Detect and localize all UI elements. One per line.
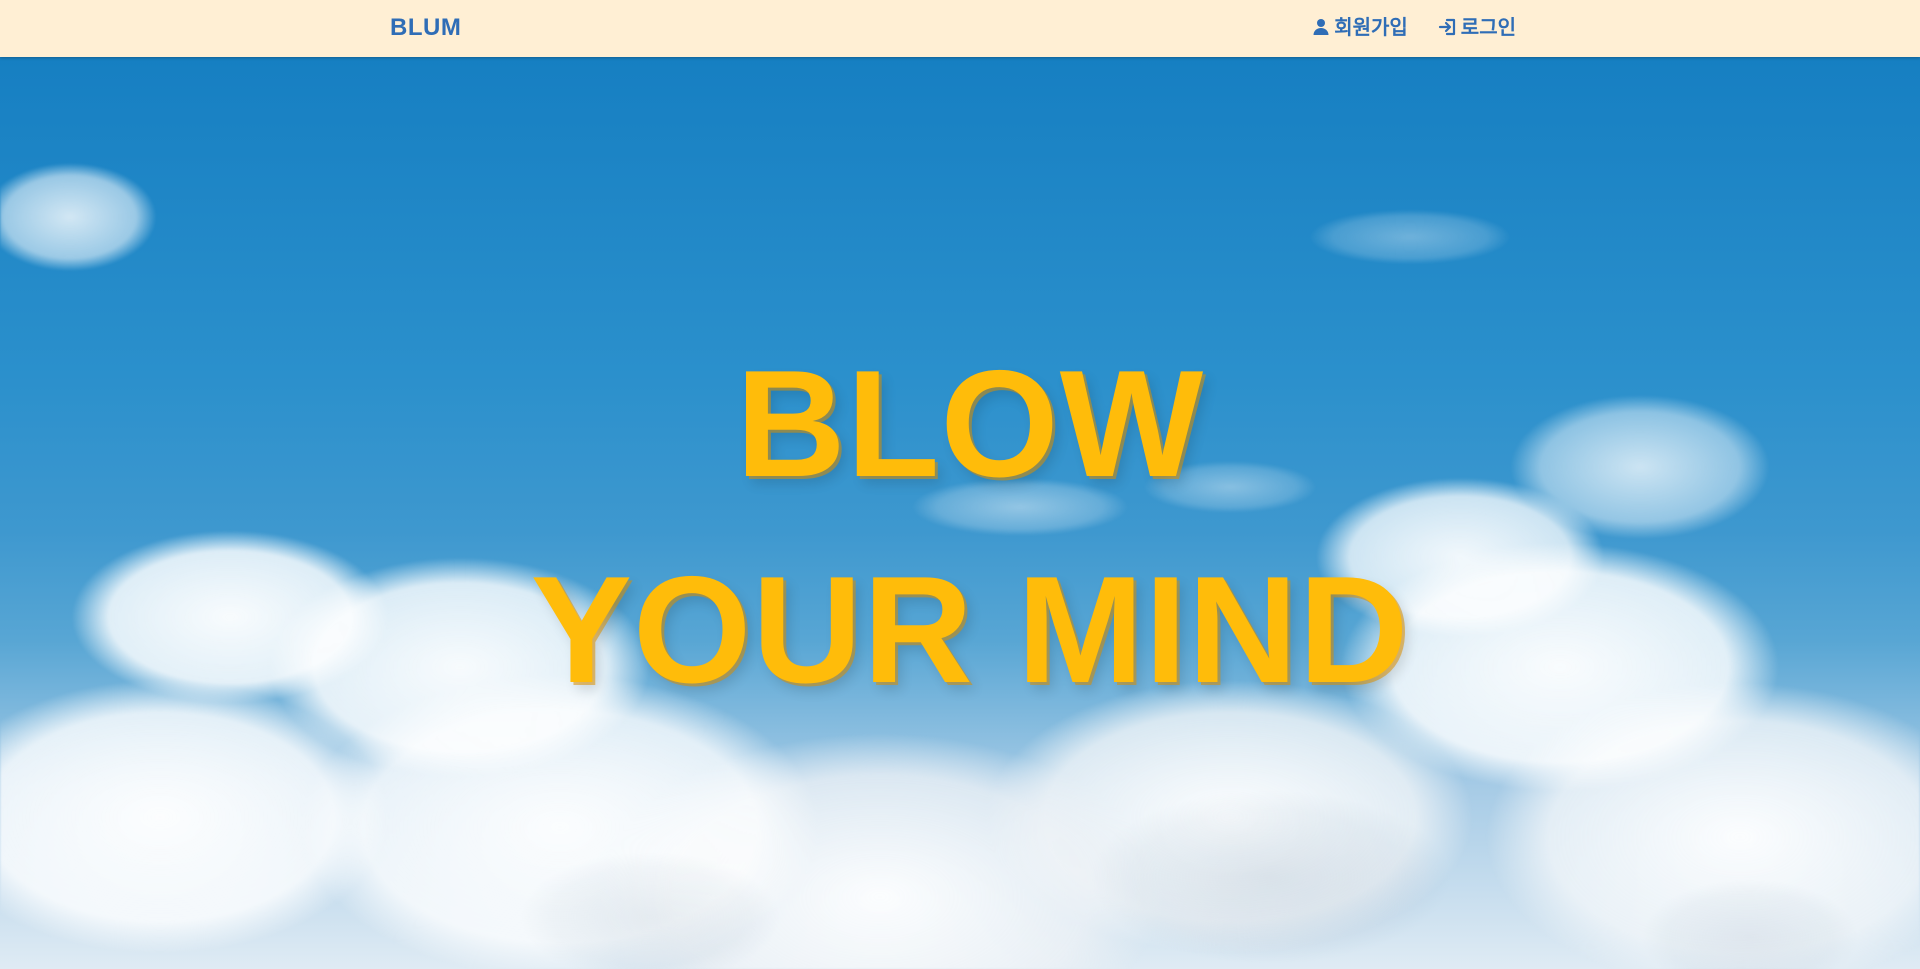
brand-link[interactable]: BLUM	[390, 14, 461, 42]
signup-link[interactable]: 회원가입	[1311, 14, 1408, 40]
nav-actions: 회원가입 로그인	[1311, 14, 1516, 40]
hero-headline: BLOW YOUR MIND	[530, 339, 1410, 715]
sign-in-icon	[1438, 17, 1458, 37]
login-link[interactable]: 로그인	[1438, 14, 1516, 40]
login-label: 로그인	[1460, 15, 1516, 39]
signup-label: 회원가입	[1334, 15, 1408, 39]
user-icon	[1311, 17, 1331, 37]
top-navbar: BLUM 회원가입 로그인	[0, 0, 1920, 57]
hero-section: BLOW YOUR MIND	[0, 57, 1920, 969]
